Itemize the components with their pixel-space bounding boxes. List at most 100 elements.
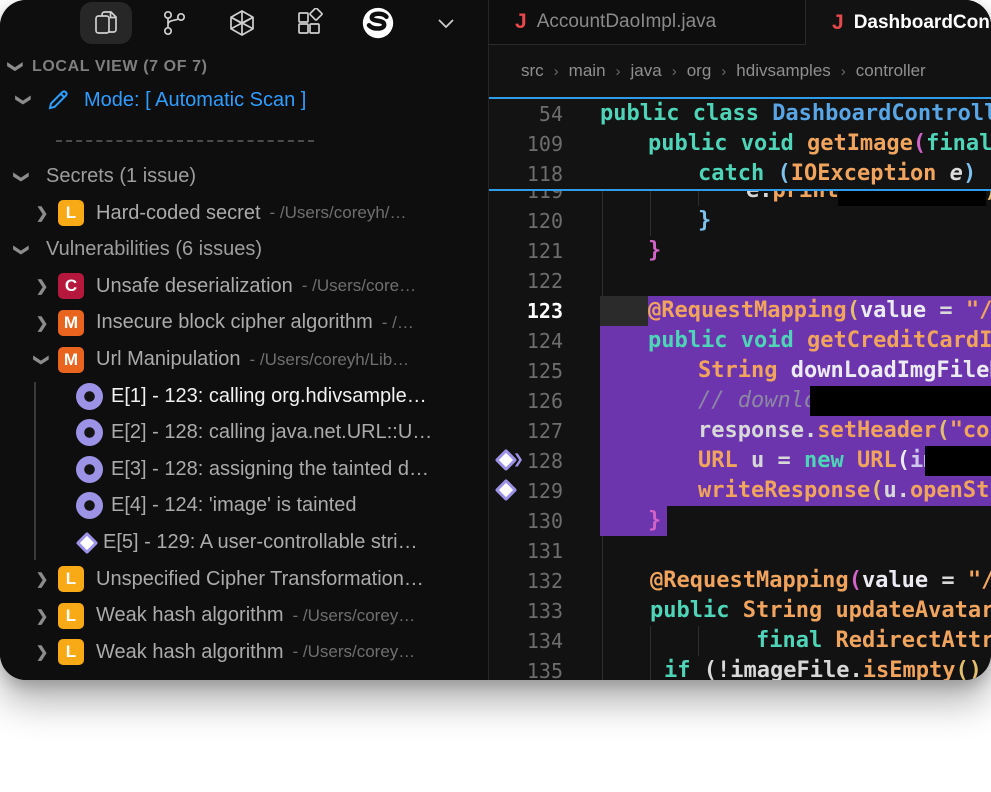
files-icon[interactable] xyxy=(80,2,132,44)
breadcrumb-item[interactable]: src xyxy=(521,61,544,81)
sticky-scroll: 54public class DashboardController109 pub… xyxy=(489,97,991,191)
breadcrumb-item[interactable]: hdivsamples xyxy=(736,61,831,81)
chevron-down-icon[interactable]: ❯ xyxy=(13,242,31,258)
line-number: 127 xyxy=(489,416,563,446)
issue-label: E[2] - 128: calling java.net.URL::U… xyxy=(111,421,432,444)
code-text: } xyxy=(648,236,661,266)
code-text: } xyxy=(648,506,661,536)
issue-row[interactable]: ❯LUnspecified Cipher Transformation… xyxy=(0,561,488,598)
breadcrumb-item[interactable]: org xyxy=(687,61,712,81)
section-row[interactable]: ❯Vulnerabilities (6 issues) xyxy=(0,231,488,268)
line-number: 133 xyxy=(489,596,563,626)
redaction-box xyxy=(838,191,986,206)
code-line-content: 134final RedirectAttribu xyxy=(489,626,991,656)
git-branch-icon[interactable] xyxy=(148,2,200,44)
editor-tab[interactable]: JDashboardController.java xyxy=(806,0,991,45)
breadcrumb-separator-icon: › xyxy=(672,63,677,80)
taint-marker-icon[interactable] xyxy=(492,297,522,325)
issue-path: - /Users/core… xyxy=(302,276,416,296)
trace-step-row[interactable]: E[2] - 128: calling java.net.URL::U… xyxy=(0,414,488,451)
redaction-box xyxy=(810,386,991,416)
trace-circle-icon xyxy=(76,383,103,410)
chevron-down-icon[interactable] xyxy=(420,2,472,44)
code-token: ) xyxy=(963,161,976,186)
package-cube-icon[interactable] xyxy=(216,2,268,44)
line-number: 54 xyxy=(489,99,563,129)
chevron-right-icon[interactable]: ❯ xyxy=(34,643,50,661)
sidebar-toolbar xyxy=(0,0,488,46)
indent-guide xyxy=(602,236,603,266)
code-line-content: 129writeResponse(u.openStrea xyxy=(489,476,991,506)
line-number: 131 xyxy=(489,536,563,566)
code-line-content: 127response.setHeader("conte xyxy=(489,416,991,446)
code-token: ( xyxy=(913,131,926,156)
breadcrumb-item[interactable]: java xyxy=(631,61,662,81)
breadcrumb-item[interactable]: controller xyxy=(856,61,926,81)
editor-tabs: JAccountDaoImpl.javaJDashboardController… xyxy=(489,0,991,45)
trace-step-row[interactable]: E[5] - 129: A user-controllable stri… xyxy=(0,524,488,561)
taint-marker-icon[interactable] xyxy=(492,327,522,355)
breadcrumb-item[interactable]: main xyxy=(569,61,606,81)
trace-step-row[interactable]: E[3] - 128: assigning the tainted d… xyxy=(0,451,488,488)
trace-diamond-icon xyxy=(495,479,518,502)
chevron-right-icon[interactable]: ❯ xyxy=(34,570,50,588)
trace-step-row[interactable]: E[4] - 124: 'image' is tainted xyxy=(0,487,488,524)
breadcrumb-separator-icon: › xyxy=(841,63,846,80)
code-token: } xyxy=(648,238,661,263)
editor-tab[interactable]: JAccountDaoImpl.java xyxy=(489,0,806,45)
trace-circle-icon xyxy=(76,456,103,483)
code-token: IOException xyxy=(791,161,937,186)
trace-step-row[interactable]: E[1] - 123: calling org.hdivsample… xyxy=(0,378,488,415)
java-file-icon: J xyxy=(832,11,844,35)
code-token: e. xyxy=(746,191,773,203)
code-token: imageFile xyxy=(730,658,849,680)
code-token: public void xyxy=(648,131,807,156)
trace-circle-icon xyxy=(76,492,103,519)
line-number: 109 xyxy=(489,129,563,159)
code-line: 120} xyxy=(489,206,991,236)
chevron-right-icon[interactable]: ❯ xyxy=(34,607,50,625)
code-token: RedirectAttribu xyxy=(835,628,991,653)
severity-badge: L xyxy=(58,603,84,629)
code-token: . xyxy=(849,658,862,680)
breadcrumb-separator-icon: › xyxy=(554,63,559,80)
chevron-down-icon[interactable]: ❯ xyxy=(13,169,31,185)
section-row[interactable]: ❯Secrets (1 issue) xyxy=(0,158,488,195)
severity-badge: M xyxy=(58,310,84,336)
scan-mode-row[interactable]: ❯ Mode: [ Automatic Scan ] xyxy=(16,88,306,112)
taint-marker-icon[interactable]: ❯ xyxy=(492,447,522,475)
indent-guide xyxy=(650,206,651,236)
local-view-header[interactable]: ❯ LOCAL VIEW (7 OF 7) xyxy=(8,58,208,76)
taint-marker-icon[interactable] xyxy=(492,477,522,505)
chevron-right-icon[interactable]: ❯ xyxy=(34,314,50,332)
code-token: @RequestMapping xyxy=(650,568,849,593)
indent-guide xyxy=(650,656,651,680)
line-number: 134 xyxy=(489,626,563,656)
chevron-right-icon[interactable]: ❯ xyxy=(34,277,50,295)
code-line: 129writeResponse(u.openStrea xyxy=(489,476,991,506)
issue-row[interactable]: ❯MUrl Manipulation- /Users/coreyh/Lib… xyxy=(0,341,488,378)
extensions-icon[interactable] xyxy=(284,2,336,44)
severity-badge: L xyxy=(58,639,84,665)
issue-row[interactable]: ❯LWeak hash algorithm- /Users/corey… xyxy=(0,634,488,671)
severity-badge: L xyxy=(58,566,84,592)
scan-mode-label: Mode: [ Automatic Scan ] xyxy=(84,89,306,112)
issue-row[interactable]: ❯CUnsafe deserialization- /Users/core… xyxy=(0,268,488,305)
code-token: "conte xyxy=(950,418,991,443)
code-token: e xyxy=(936,161,963,186)
code-token xyxy=(844,448,857,473)
code-token: setHeader xyxy=(817,418,936,443)
issue-row[interactable]: ❯MInsecure block cipher algorithm- /… xyxy=(0,304,488,341)
issue-row[interactable]: ❯LWeak hash algorithm- /Users/corey… xyxy=(0,597,488,634)
scanner-logo-icon[interactable] xyxy=(352,2,404,44)
code-token: openStrea xyxy=(910,478,991,503)
code-token: getCreditCardImag xyxy=(807,328,991,353)
issue-row[interactable]: ❯LHard-coded secret- /Users/coreyh/… xyxy=(0,195,488,232)
chevron-right-icon[interactable]: ❯ xyxy=(34,204,50,222)
code-token: (! xyxy=(704,658,731,680)
chevron-down-icon[interactable]: ❯ xyxy=(33,352,51,368)
code-text: String downLoadImgFileNam xyxy=(698,356,991,386)
code-text: public void getImage(final Ht xyxy=(648,129,991,159)
code-line-content: 131 xyxy=(489,536,991,566)
code-line-content: 54public class DashboardController xyxy=(489,99,991,129)
